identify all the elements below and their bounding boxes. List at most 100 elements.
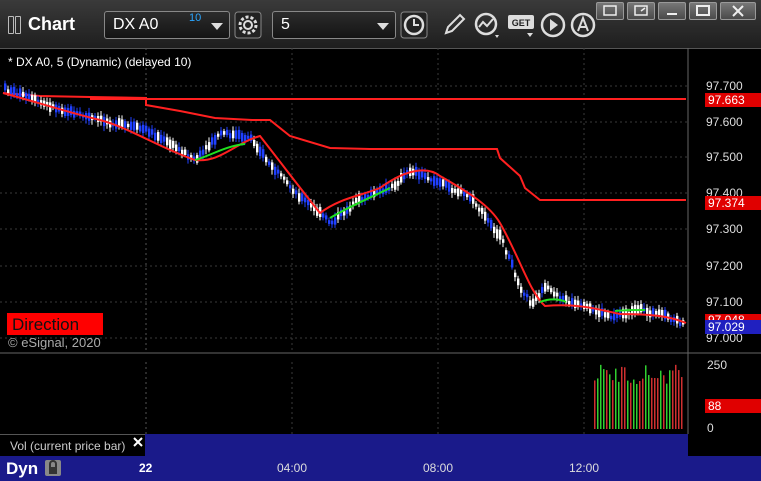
candle — [490, 219, 493, 229]
candle — [391, 183, 394, 188]
candle — [127, 123, 130, 128]
symbol-text: DX A0 — [113, 16, 159, 33]
candle — [475, 203, 478, 207]
candle — [478, 207, 481, 212]
candle — [229, 133, 232, 139]
candle — [445, 180, 448, 188]
volume-tag: 88 — [708, 399, 722, 413]
pencil-icon[interactable] — [440, 11, 468, 39]
candle — [541, 287, 544, 294]
clock-icon[interactable] — [400, 11, 428, 39]
candle — [184, 149, 187, 155]
candle — [157, 132, 160, 141]
candle — [547, 285, 550, 290]
candle — [325, 215, 328, 220]
candle — [304, 197, 307, 203]
play-icon[interactable] — [540, 11, 568, 39]
chart-legend[interactable]: * DX A0, 5 (Dynamic) (delayed 10) — [8, 55, 191, 69]
volume-bar — [657, 378, 659, 429]
candle — [211, 137, 214, 145]
window-grip-icon[interactable] — [8, 16, 14, 34]
candle — [454, 188, 457, 193]
volume-bars — [594, 364, 683, 429]
close-icon[interactable] — [132, 436, 144, 448]
popout-icon[interactable] — [627, 2, 655, 20]
volume-bar — [636, 383, 638, 429]
volume-tick: 0 — [707, 421, 714, 434]
candle — [553, 291, 556, 297]
candle — [529, 300, 532, 306]
volume-bar — [642, 378, 644, 429]
price-tick: 97.700 — [706, 79, 743, 93]
candle — [277, 169, 280, 174]
candle — [178, 147, 181, 152]
interval-field[interactable]: 5 — [272, 11, 396, 39]
time-axis: Dyn 22 04:00 08:00 12:00 — [0, 456, 761, 481]
candle — [343, 211, 346, 216]
candle — [166, 137, 169, 146]
volume-bar — [600, 364, 602, 429]
candle — [526, 294, 529, 298]
candle — [394, 181, 397, 190]
restore-icon[interactable] — [596, 2, 624, 20]
interval-label[interactable]: Dyn — [6, 459, 38, 479]
volume-legend[interactable]: Vol (current price bar) — [0, 434, 145, 456]
time-tick: 22 — [139, 461, 153, 475]
interval-text: 5 — [281, 16, 290, 33]
candle — [262, 149, 265, 158]
candle — [532, 298, 535, 307]
candle — [487, 218, 490, 223]
candle — [154, 132, 157, 141]
candle — [355, 197, 358, 203]
candle — [328, 220, 331, 224]
candle — [508, 254, 511, 259]
volume-bar — [663, 375, 665, 429]
candle — [448, 181, 451, 192]
volume-bar — [675, 364, 677, 429]
indicator-icon[interactable] — [473, 11, 501, 39]
settings-gear-icon[interactable] — [234, 11, 262, 39]
price-tag: 97.029 — [708, 320, 745, 334]
candle — [331, 220, 334, 225]
lock-icon[interactable] — [44, 459, 62, 477]
candle — [334, 217, 337, 225]
window-grip-icon[interactable] — [15, 16, 21, 34]
toolbar: Chart DX A0 10 5 GET — [0, 0, 761, 49]
candle — [199, 150, 202, 157]
candle — [7, 89, 10, 93]
candle — [13, 86, 16, 95]
price-tick: 97.600 — [706, 115, 743, 129]
volume-bar — [654, 377, 656, 429]
copyright-text: © eSignal, 2020 — [8, 335, 101, 350]
candle — [511, 259, 514, 268]
candle — [235, 130, 238, 139]
ma-up-segment — [194, 143, 646, 312]
volume-bar — [660, 370, 662, 429]
volume-bar — [648, 375, 650, 429]
candle — [430, 178, 433, 182]
candle — [118, 118, 121, 127]
maximize-icon[interactable] — [689, 2, 717, 20]
minimize-icon[interactable] — [658, 2, 686, 20]
symbol-field[interactable]: DX A0 10 — [104, 11, 230, 39]
candle — [484, 211, 487, 221]
price-axis: 97.700 97.600 97.500 97.400 97.300 97.20… — [706, 79, 743, 345]
close-icon[interactable] — [720, 2, 756, 20]
volume-bar — [678, 370, 680, 429]
candle — [232, 130, 235, 139]
candle — [217, 133, 220, 137]
price-chart[interactable]: 97.700 97.600 97.500 97.400 97.300 97.20… — [0, 48, 761, 434]
chevron-down-icon[interactable] — [211, 23, 223, 30]
volume-bar — [594, 380, 596, 429]
candle — [439, 178, 442, 187]
candle — [418, 170, 421, 180]
chevron-down-icon[interactable] — [377, 23, 389, 30]
candle — [289, 185, 292, 189]
svg-text:GET: GET — [512, 18, 531, 28]
candle — [214, 135, 217, 145]
volume-bar — [609, 374, 611, 429]
get-icon[interactable]: GET — [507, 11, 537, 39]
candle — [253, 140, 256, 147]
alert-icon[interactable] — [570, 11, 598, 39]
candle — [220, 130, 223, 136]
